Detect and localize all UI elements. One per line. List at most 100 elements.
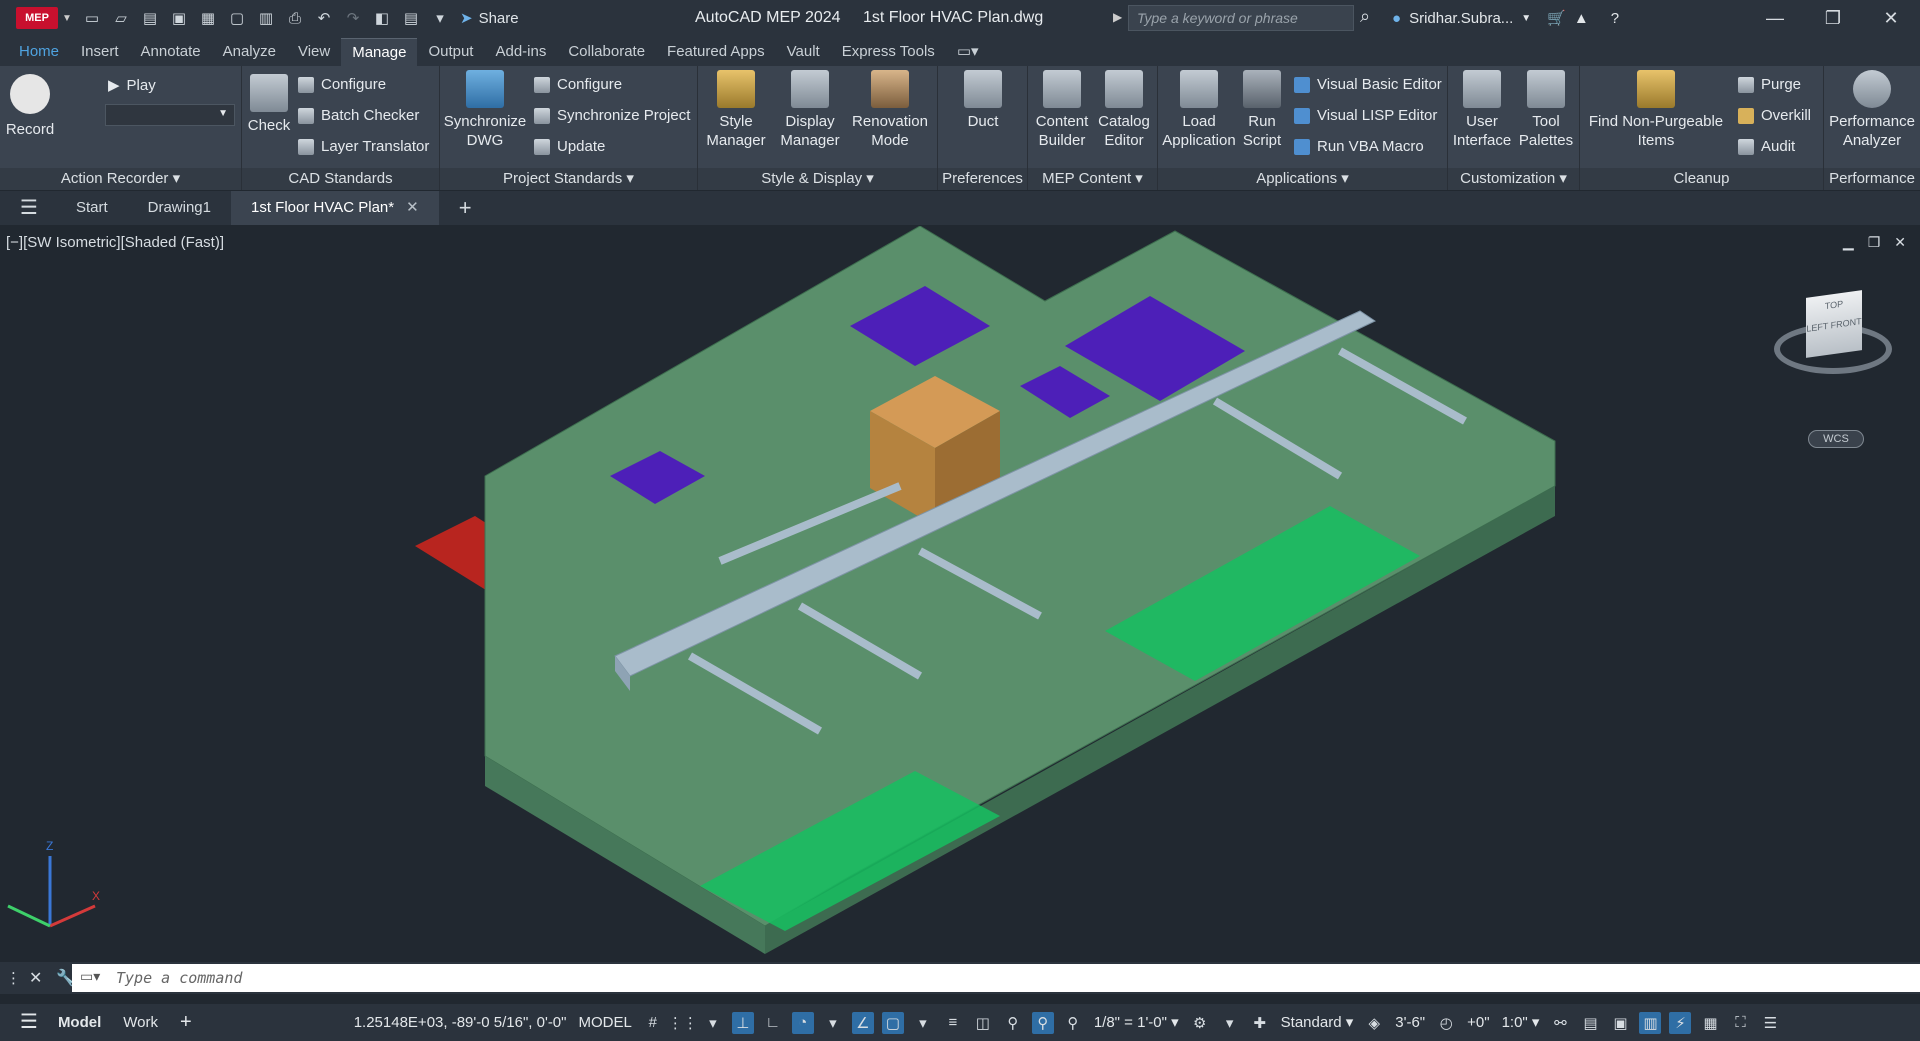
export-icon[interactable]: ▥ [256,8,276,28]
fullscreen-icon[interactable]: ⛶ [1729,1012,1751,1034]
catalog-editor-button[interactable]: Catalog Editor [1092,70,1156,150]
layers-icon[interactable]: ◈ [1363,1012,1385,1034]
tab-hvac-plan[interactable]: 1st Floor HVAC Plan* ✕ [231,191,439,225]
chevron-down-icon[interactable]: ▾ [912,1012,934,1034]
display-config-select[interactable]: Standard ▾ [1275,1004,1360,1041]
macro-select[interactable]: ▼ [105,104,235,126]
tab-model[interactable]: Model [52,1004,107,1041]
tab-home[interactable]: Home [8,38,70,66]
tab-vault[interactable]: Vault [776,38,831,66]
undo-icon[interactable]: ↶ [314,8,334,28]
crosshair-icon[interactable]: ✚ [1249,1012,1271,1034]
visual-lisp-editor-button[interactable]: Visual LISP Editor [1294,107,1437,124]
renovation-mode-button[interactable]: Renovation Mode [848,70,932,150]
content-builder-button[interactable]: Content Builder [1030,70,1094,150]
visual-basic-editor-button[interactable]: Visual Basic Editor [1294,76,1442,93]
close-icon[interactable]: ✕ [1862,0,1920,36]
tab-express-tools[interactable]: Express Tools [831,38,946,66]
help-icon[interactable]: ? [1611,10,1619,27]
tab-annotate[interactable]: Annotate [130,38,212,66]
infer-constraints-icon[interactable]: ⊥ [731,1011,754,1034]
tab-output[interactable]: Output [417,38,484,66]
workspace-switch-icon[interactable]: ▤ [1579,1012,1601,1034]
command-history-icon[interactable]: ▭▾ [80,968,100,985]
audit-button[interactable]: Audit [1738,138,1795,155]
autodesk-account-icon[interactable]: ▲ [1574,10,1589,27]
ribbon-display-options-icon[interactable]: ▭▾ [946,38,990,66]
elevation-offset[interactable]: +0" [1461,1004,1495,1041]
viewcube-face[interactable]: TOP LEFT FRONT [1806,290,1862,358]
expand-icon[interactable]: ▶ [1113,10,1122,24]
chevron-down-icon[interactable]: ▾ [702,1012,724,1034]
application-menu-button[interactable]: MEP ▼ [16,3,72,33]
customize-status-icon[interactable]: ☰ [1759,1012,1781,1034]
panel-title[interactable]: Action Recorder ▾ [0,168,241,190]
synchronize-project-button[interactable]: Synchronize Project [534,107,690,124]
chevron-down-icon[interactable]: ▾ [822,1012,844,1034]
snap-icon[interactable]: ⋮⋮ [668,1012,698,1034]
run-vba-macro-button[interactable]: Run VBA Macro [1294,138,1424,155]
overkill-button[interactable]: Overkill [1738,107,1811,124]
tab-work[interactable]: Work [117,1004,164,1041]
find-non-purgeable-button[interactable]: Find Non-Purgeable Items [1582,70,1730,150]
annotation-visibility-icon[interactable]: ⚲ [1002,1012,1024,1034]
tab-insert[interactable]: Insert [70,38,130,66]
open-web-icon[interactable]: ▤ [140,8,160,28]
elevation-icon[interactable]: ◴ [1435,1012,1457,1034]
update-button[interactable]: Update [534,138,605,155]
cut-plane-elevation[interactable]: 3'-6" [1389,1004,1431,1041]
workspace-icon[interactable]: ◧ [372,8,392,28]
annotation-scale-icon[interactable]: ⚲ [1062,1012,1084,1034]
panel-title[interactable]: Style & Display ▾ [698,168,937,190]
cart-icon[interactable]: 🛒 [1547,9,1566,27]
drawing-viewport[interactable]: [−][SW Isometric][Shaded (Fast)] ▁ ❐ ✕ T… [0,226,1920,954]
surface-hatch-ratio[interactable]: 1:0" ▾ [1496,1004,1546,1041]
record-button[interactable]: Record [4,74,56,139]
panel-title[interactable]: Project Standards ▾ [440,168,697,190]
minimize-icon[interactable]: — [1746,0,1804,36]
lineweight-icon[interactable]: ≡ [942,1012,964,1034]
properties-icon[interactable]: ▤ [401,8,421,28]
tab-start[interactable]: Start [56,191,128,225]
viewcube[interactable]: TOP LEFT FRONT [1770,290,1900,404]
panel-title[interactable]: Customization ▾ [1448,168,1579,190]
synchronize-dwg-button[interactable]: Synchronize DWG [442,70,528,150]
tab-analyze[interactable]: Analyze [212,38,287,66]
new-tab-icon[interactable]: + [439,191,492,225]
configure-standards-button[interactable]: Configure [298,76,386,93]
search-icon[interactable]: ⌕ [1360,6,1370,27]
add-layout-icon[interactable]: + [174,1004,198,1041]
isodraft-icon[interactable]: ∠ [851,1011,874,1034]
wcs-menu[interactable]: WCS [1808,430,1864,448]
user-account[interactable]: ● Sridhar.Subra... ▼ 🛒 ▲ ? [1392,9,1619,28]
customize-qat-icon[interactable]: ▾ [430,8,450,28]
performance-analyzer-button[interactable]: Performance Analyzer [1824,70,1920,150]
search-input[interactable]: Type a keyword or phrase [1128,5,1354,31]
check-button[interactable]: Check [246,74,292,135]
duct-preferences-button[interactable]: Duct [942,70,1024,131]
polar-tracking-icon[interactable]: ◔ [791,1011,814,1034]
model-space-toggle[interactable]: MODEL [572,1004,637,1041]
transparency-icon[interactable]: ◫ [972,1012,994,1034]
isolate-objects-icon[interactable]: ⚯ [1549,1012,1571,1034]
units-icon[interactable]: ⚡ [1669,1011,1692,1034]
ortho-icon[interactable]: ∟ [762,1012,784,1034]
tab-drawing1[interactable]: Drawing1 [128,191,231,225]
display-manager-button[interactable]: Display Manager [774,70,846,150]
tab-collaborate[interactable]: Collaborate [557,38,656,66]
tab-manage[interactable]: Manage [341,38,418,66]
layout-menu-icon[interactable]: ☰ [0,1004,52,1041]
clean-screen-icon[interactable]: ▥ [1639,1011,1662,1034]
purge-button[interactable]: Purge [1738,76,1801,93]
command-input[interactable]: Type a command [72,964,1920,992]
tab-add-ins[interactable]: Add-ins [484,38,557,66]
play-button[interactable]: ▶ Play [108,76,156,95]
run-script-button[interactable]: Run Script [1240,70,1284,150]
tool-palettes-button[interactable]: Tool Palettes [1514,70,1578,150]
grid-icon[interactable]: # [642,1012,664,1034]
user-interface-button[interactable]: User Interface [1450,70,1514,150]
annotation-scale-select[interactable]: 1/8" = 1'-0" ▾ [1088,1004,1185,1041]
new-icon[interactable]: ▭ [82,8,102,28]
load-application-button[interactable]: Load Application [1160,70,1238,150]
publish-icon[interactable]: ▢ [227,8,247,28]
